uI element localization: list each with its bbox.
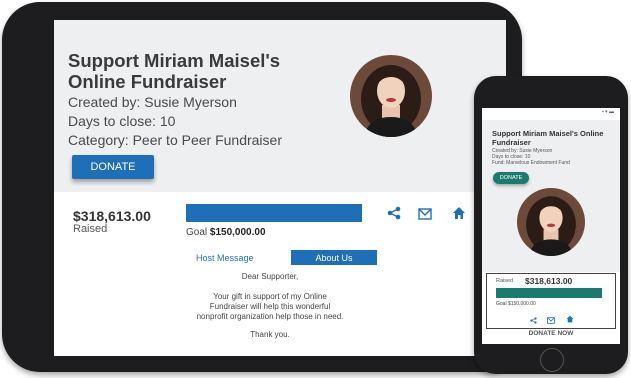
phone-home-button[interactable] — [540, 348, 564, 372]
phone-goal-text: Goal $150,000.00 — [496, 301, 536, 307]
raised-label: Raised — [73, 223, 108, 235]
donate-button[interactable]: DONATE — [72, 155, 154, 179]
message-body: Your gift in support of my Online Fundra… — [196, 292, 344, 321]
avatar — [350, 55, 432, 137]
phone-donate-button[interactable]: DONATE — [493, 172, 529, 184]
goal-amount: $150,000.00 — [209, 227, 266, 238]
home-icon[interactable] — [566, 310, 574, 328]
email-icon[interactable] — [418, 207, 432, 225]
days-to-close: Days to close: 10 — [68, 113, 176, 129]
raised-amount: $318,613.00 — [73, 208, 151, 224]
status-bar-icons: ▪ ▾ ▬ — [601, 109, 614, 115]
category: Category: Peer to Peer Fundraiser — [68, 132, 282, 148]
phone-raised-amount: $318,613.00 — [525, 276, 573, 286]
phone-raised-label: Raised — [496, 278, 514, 284]
fundraiser-title: Support Miriam Maisel's Online Fundraise… — [68, 50, 281, 92]
created-by: Created by: Susie Myerson — [68, 94, 237, 110]
phone-fund: Fund: Marvelous Endowment Fund — [492, 160, 570, 166]
phone-screen: ▪ ▾ ▬ Support Miriam Maisel's Online Fun… — [482, 108, 620, 344]
tablet-device: ▪▪▪ ▬ Support Miriam Maisel's Online Fun… — [2, 2, 522, 372]
goal-text: Goal $150,000.00 — [186, 227, 266, 238]
phone-avatar — [517, 188, 585, 256]
phone-progress-bar — [496, 288, 602, 298]
tablet-screen: ▪▪▪ ▬ Support Miriam Maisel's Online Fun… — [54, 20, 506, 356]
share-icon[interactable] — [530, 311, 537, 329]
tab-about-us[interactable]: About Us — [291, 250, 377, 265]
email-icon[interactable] — [547, 311, 555, 329]
fundraiser-header: Support Miriam Maisel's Online Fundraise… — [54, 20, 506, 192]
home-icon[interactable] — [452, 206, 466, 225]
tab-host-message[interactable]: Host Message — [196, 253, 254, 263]
goal-label: Goal — [186, 227, 208, 238]
phone-device: ▪ ▾ ▬ Support Miriam Maisel's Online Fun… — [474, 76, 628, 374]
share-icon[interactable] — [387, 206, 401, 225]
phone-fundraiser-title: Support Miriam Maisel's Online Fundraise… — [492, 129, 604, 147]
message-greeting: Dear Supporter, — [241, 272, 299, 281]
donate-now-button[interactable]: DONATE NOW — [482, 330, 620, 337]
progress-bar — [186, 204, 362, 222]
message-closing: Thank you. — [250, 330, 290, 339]
